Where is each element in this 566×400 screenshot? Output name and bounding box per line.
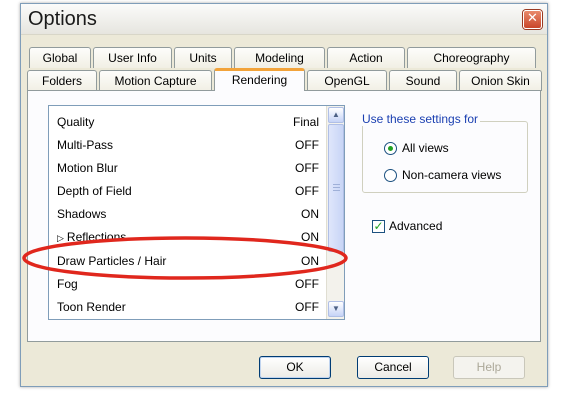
list-item[interactable]: Shadows ON	[49, 203, 325, 226]
setting-label: Shadows	[57, 207, 107, 221]
reflections-label-group: ▷ Reflections	[57, 230, 126, 244]
render-settings-list[interactable]: Quality Final Multi-Pass OFF Motion Blur…	[48, 105, 345, 320]
expand-triangle-icon[interactable]: ▷	[57, 233, 64, 243]
help-button[interactable]: Help	[453, 356, 525, 379]
setting-value[interactable]: ON	[301, 207, 319, 221]
setting-value[interactable]: OFF	[295, 184, 319, 198]
use-settings-title: Use these settings for	[360, 112, 481, 126]
setting-label: Quality	[57, 115, 95, 129]
setting-label: Reflections	[66, 230, 127, 244]
tab-choreography[interactable]: Choreography	[407, 47, 536, 68]
setting-label: Toon Render	[57, 300, 126, 314]
setting-value[interactable]: OFF	[295, 161, 319, 175]
setting-value[interactable]: OFF	[295, 138, 319, 152]
list-item-reflections[interactable]: ▷ Reflections ON	[49, 226, 325, 249]
list-item[interactable]: Quality Final	[49, 111, 325, 134]
list-item[interactable]: Depth of Field OFF	[49, 180, 325, 203]
setting-value[interactable]: ON	[301, 254, 319, 268]
tab-user-info[interactable]: User Info	[93, 47, 172, 68]
radio-button-selected[interactable]	[384, 142, 397, 155]
tab-sound[interactable]: Sound	[389, 70, 457, 91]
setting-label: Fog	[57, 277, 78, 291]
close-icon: ✕	[527, 11, 538, 26]
close-button[interactable]: ✕	[523, 10, 542, 29]
tab-modeling[interactable]: Modeling	[234, 47, 325, 68]
window-title: Options	[28, 8, 97, 30]
setting-label: Draw Particles / Hair	[57, 254, 167, 268]
ok-button[interactable]: OK	[259, 356, 331, 379]
options-dialog: Options ✕ Global User Info Units Modelin…	[20, 3, 548, 387]
cancel-button[interactable]: Cancel	[357, 356, 429, 379]
setting-value[interactable]: OFF	[295, 300, 319, 314]
tab-folders[interactable]: Folders	[27, 70, 97, 91]
tab-rendering[interactable]: Rendering	[214, 68, 305, 91]
rendering-tab-panel: Quality Final Multi-Pass OFF Motion Blur…	[27, 90, 541, 342]
list-scrollbar[interactable]: ▲ ▼	[326, 106, 344, 319]
setting-value[interactable]: ON	[301, 230, 319, 244]
scroll-down-arrow-icon[interactable]: ▼	[328, 301, 344, 317]
radio-button[interactable]	[384, 169, 397, 182]
scrollbar-thumb[interactable]	[328, 124, 344, 252]
tab-units[interactable]: Units	[174, 47, 232, 68]
list-item[interactable]: Multi-Pass OFF	[49, 134, 325, 157]
list-item-draw-particles[interactable]: Draw Particles / Hair ON	[49, 250, 325, 273]
setting-label: Multi-Pass	[57, 138, 114, 152]
tab-global[interactable]: Global	[29, 47, 91, 68]
use-settings-groupbox	[362, 121, 528, 193]
list-item[interactable]: Toon Render OFF	[49, 296, 325, 319]
setting-value[interactable]: OFF	[295, 277, 319, 291]
advanced-label: Advanced	[389, 219, 443, 233]
tab-motion-capture[interactable]: Motion Capture	[99, 70, 212, 91]
title-bar[interactable]: Options ✕	[21, 4, 547, 35]
tab-opengl[interactable]: OpenGL	[307, 70, 387, 91]
tab-onion-skin[interactable]: Onion Skin	[459, 70, 542, 91]
setting-label: Depth of Field	[57, 184, 132, 198]
list-item[interactable]: Motion Blur OFF	[49, 157, 325, 180]
advanced-checkbox[interactable]: ✓	[372, 220, 385, 233]
setting-value[interactable]: Final	[293, 115, 319, 129]
radio-label: Non-camera views	[402, 168, 502, 182]
list-item[interactable]: Fog OFF	[49, 273, 325, 296]
setting-label: Motion Blur	[57, 161, 118, 175]
radio-label: All views	[402, 141, 449, 155]
tab-action[interactable]: Action	[327, 47, 405, 68]
scroll-up-arrow-icon[interactable]: ▲	[328, 107, 344, 123]
